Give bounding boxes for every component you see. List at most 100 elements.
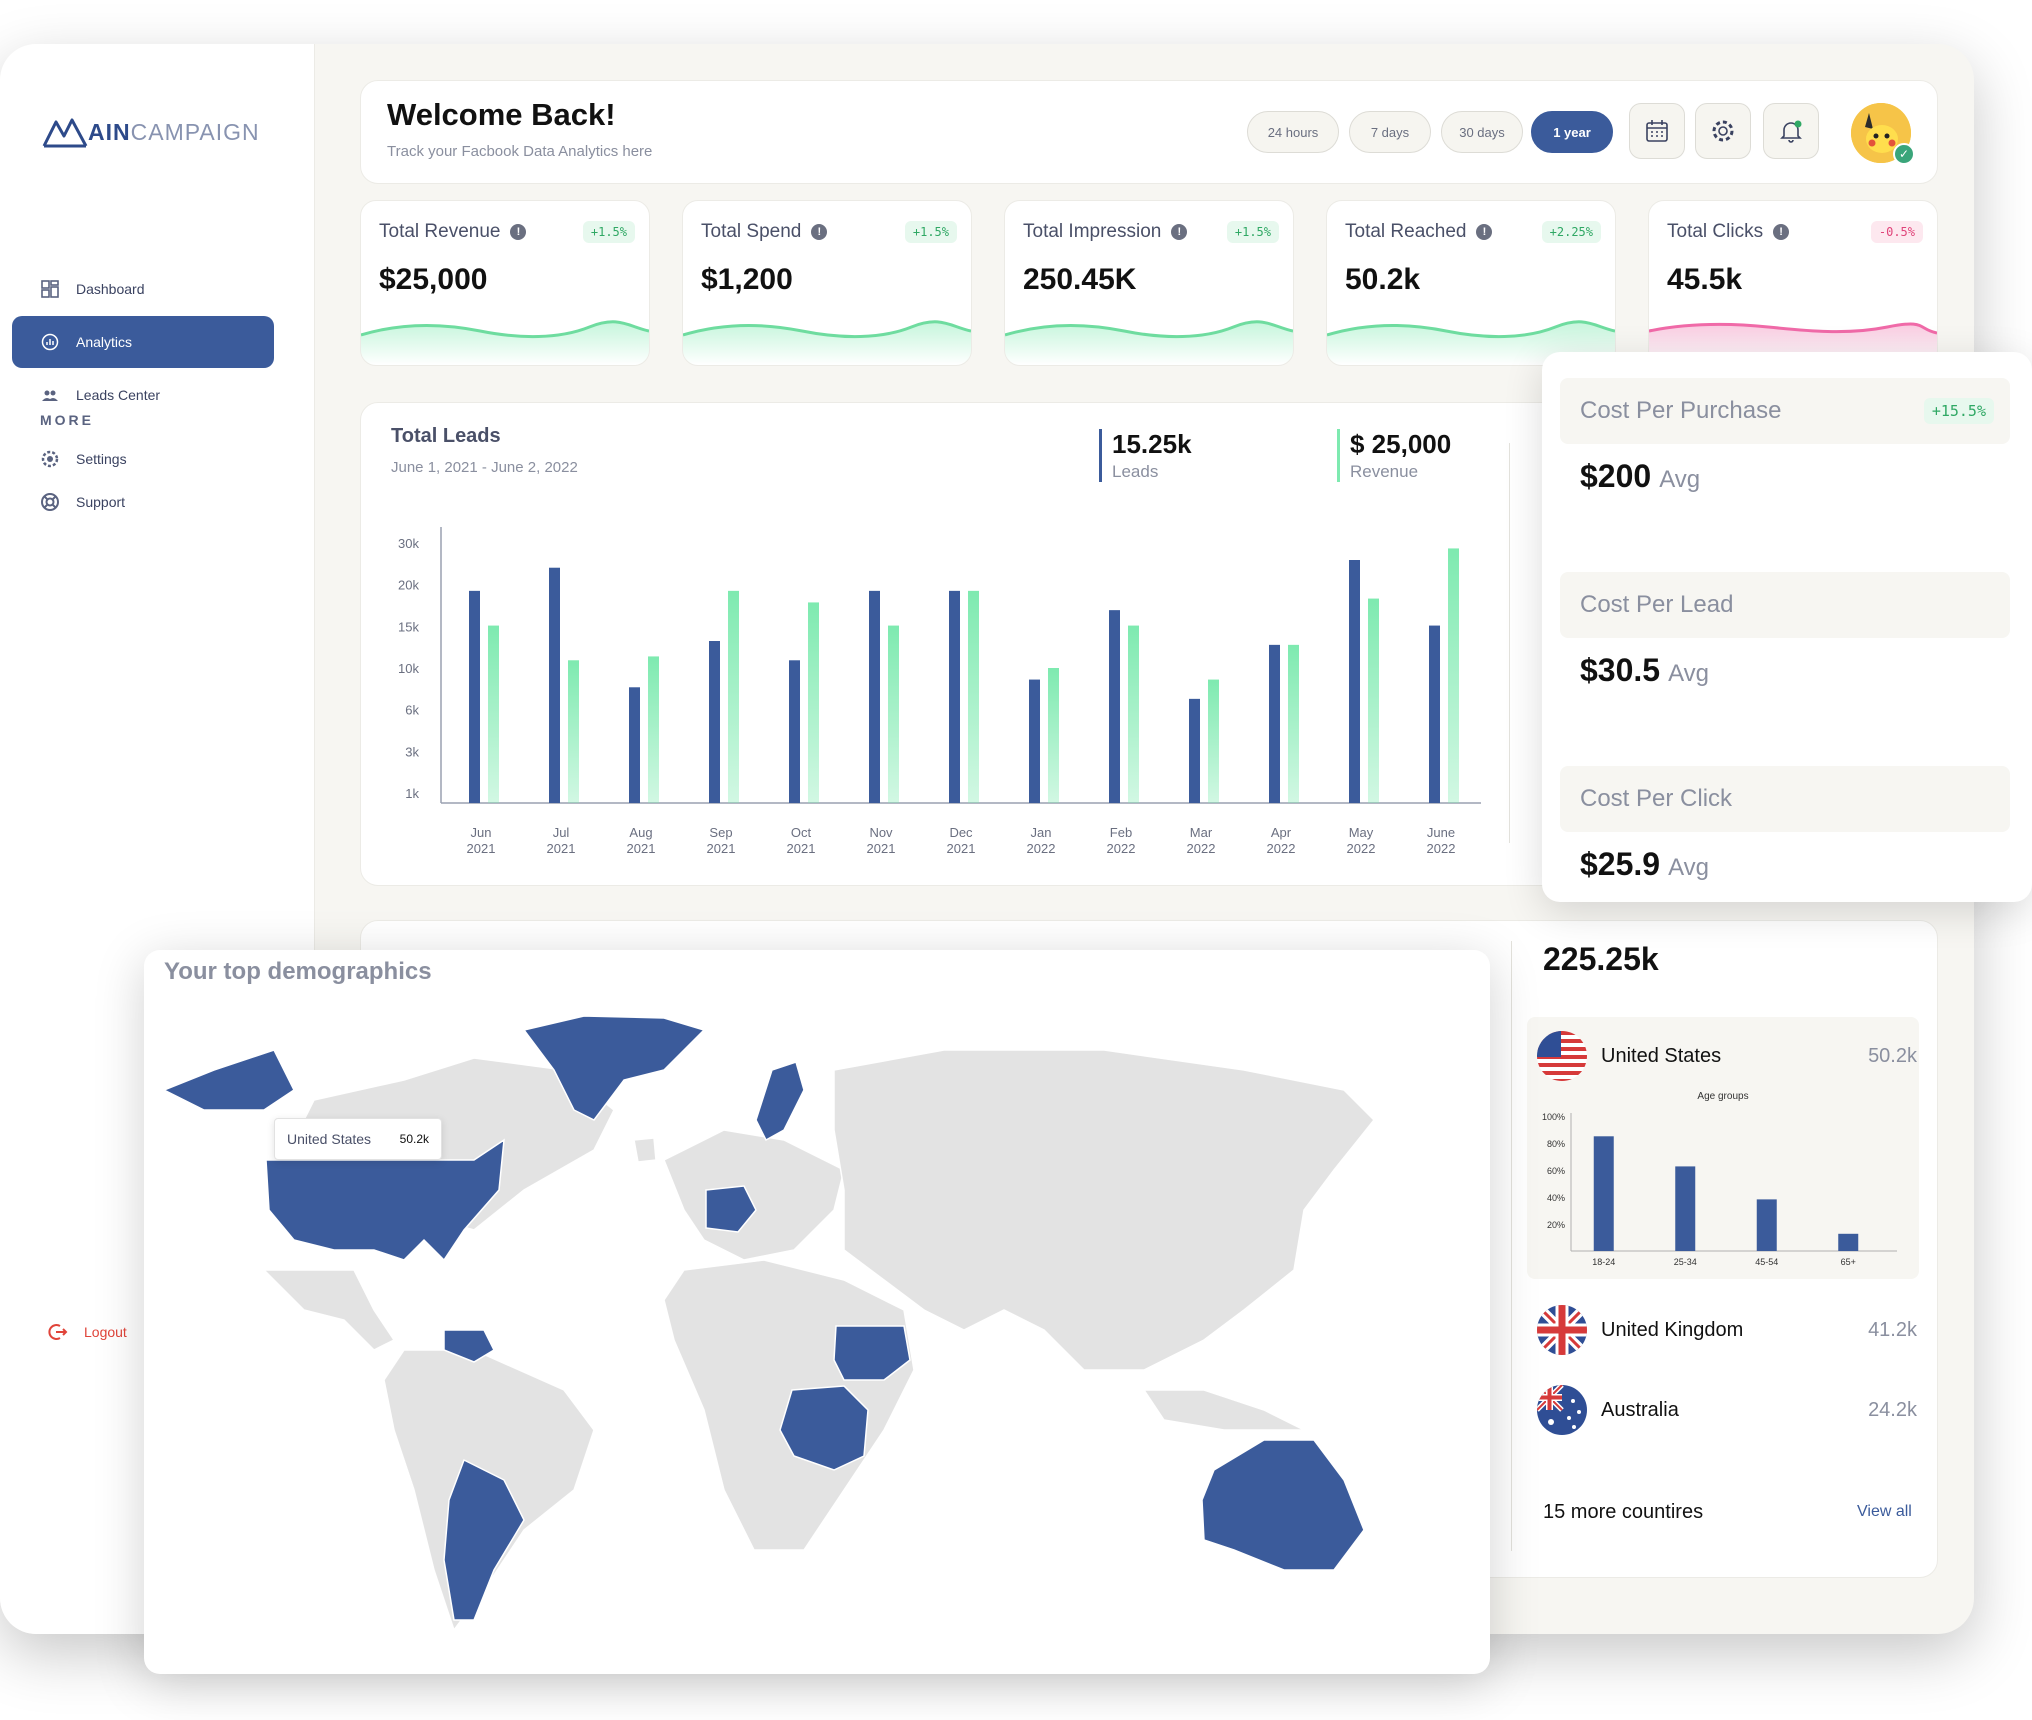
info-icon[interactable]: !: [1476, 224, 1493, 240]
sidebar-item-analytics[interactable]: Analytics: [12, 316, 274, 368]
asia-shape[interactable]: [833, 1049, 1376, 1371]
world-map[interactable]: [144, 1010, 1490, 1674]
sidebar-item-dashboard[interactable]: Dashboard: [12, 263, 274, 315]
settings-button[interactable]: [1695, 103, 1751, 159]
x-tick-year: 2022: [1427, 841, 1456, 856]
cost-per-purchase[interactable]: Cost Per Purchase +15.5% $200 Avg: [1560, 378, 2010, 495]
logout-label: Logout: [84, 1324, 127, 1340]
kpi-label: Leads: [1112, 462, 1159, 481]
demographics-map-card: Your top demographics United States 50.2…: [144, 950, 1490, 1674]
country-row-united-kingdom[interactable]: United Kingdom 41.2k: [1537, 1305, 1917, 1355]
mexico-shape[interactable]: [262, 1269, 396, 1351]
stat-card-total-revenue[interactable]: Total Revenue! +1.5% $25,000: [360, 200, 650, 366]
verified-badge-icon: ✓: [1893, 143, 1915, 165]
bar-leads[interactable]: [869, 590, 880, 803]
bar-revenue[interactable]: [648, 656, 659, 803]
bar-revenue[interactable]: [888, 625, 899, 803]
bar-leads[interactable]: [1189, 698, 1200, 803]
bar-revenue[interactable]: [1048, 668, 1059, 803]
alaska-shape[interactable]: [162, 1049, 295, 1111]
us-flag-icon: [1537, 1031, 1587, 1081]
bar-revenue[interactable]: [1128, 625, 1139, 803]
page-header: Welcome Back! Track your Facbook Data An…: [360, 80, 1938, 184]
stat-card-total-spend[interactable]: Total Spend! +1.5% $1,200: [682, 200, 972, 366]
bar-leads[interactable]: [949, 590, 960, 803]
scandinavia-shape[interactable]: [755, 1061, 805, 1142]
info-icon[interactable]: !: [811, 224, 828, 240]
bar-leads[interactable]: [629, 687, 640, 803]
divider: [1511, 941, 1512, 1551]
australia-shape[interactable]: [1201, 1439, 1365, 1571]
bar-revenue[interactable]: [728, 590, 739, 803]
bar-leads[interactable]: [1029, 679, 1040, 803]
bar-leads[interactable]: [789, 660, 800, 803]
x-tick-month: Jul: [553, 825, 570, 840]
bar-leads[interactable]: [1429, 625, 1440, 803]
range-30-days[interactable]: 30 days: [1441, 111, 1523, 153]
country-name: Australia: [1601, 1398, 1679, 1421]
age-bar[interactable]: [1593, 1136, 1614, 1251]
stat-card-total-impression[interactable]: Total Impression! +1.5% 250.45K: [1004, 200, 1294, 366]
country-row-united-states[interactable]: United States 50.2k: [1537, 1031, 1917, 1081]
age-x-tick: 45-54: [1755, 1257, 1778, 1267]
stat-card-total-reached[interactable]: Total Reached! +2.25% 50.2k: [1326, 200, 1616, 366]
view-all-link[interactable]: View all: [1857, 1503, 1912, 1521]
logout-button[interactable]: Logout: [48, 1322, 127, 1342]
range-24-hours[interactable]: 24 hours: [1247, 111, 1339, 153]
kpi-label: Revenue: [1350, 462, 1419, 481]
bar-revenue[interactable]: [968, 590, 979, 803]
stat-value: $1,200: [701, 263, 793, 296]
bar-leads[interactable]: [1109, 610, 1120, 803]
more-section-label: MORE: [40, 412, 94, 428]
stat-card-total-clicks[interactable]: Total Clicks! -0.5% 45.5k: [1648, 200, 1938, 366]
indonesia-shape[interactable]: [1142, 1389, 1305, 1431]
bar-revenue[interactable]: [808, 602, 819, 803]
cost-per-lead[interactable]: Cost Per Lead $30.5 Avg: [1560, 572, 2010, 689]
country-value: 50.2k: [1868, 1044, 1917, 1067]
age-bar[interactable]: [1756, 1199, 1777, 1251]
y-tick-label: 30k: [398, 536, 419, 551]
bar-revenue[interactable]: [1208, 679, 1219, 803]
info-icon[interactable]: !: [1773, 224, 1790, 240]
bar-revenue[interactable]: [1448, 548, 1459, 803]
bar-leads[interactable]: [1349, 560, 1360, 803]
brand-logo[interactable]: AINCAMPAIGN: [42, 114, 260, 150]
x-tick-year: 2021: [627, 841, 656, 856]
age-bar[interactable]: [1838, 1233, 1859, 1251]
info-icon[interactable]: !: [510, 224, 527, 240]
avatar[interactable]: ✓: [1851, 103, 1915, 165]
europe-shape[interactable]: [663, 1129, 845, 1261]
bar-revenue[interactable]: [1288, 644, 1299, 803]
cost-per-click[interactable]: Cost Per Click $25.9 Avg: [1560, 766, 2010, 883]
y-tick-label: 10k: [398, 661, 419, 676]
bar-leads[interactable]: [1269, 644, 1280, 803]
age-y-tick: 20%: [1547, 1220, 1565, 1230]
age-y-tick: 100%: [1542, 1112, 1565, 1122]
range-1-year[interactable]: 1 year: [1531, 111, 1613, 153]
bell-icon: [1780, 120, 1802, 143]
mountain-logo-icon: [42, 118, 88, 148]
bar-leads[interactable]: [549, 567, 560, 803]
range-7-days[interactable]: 7 days: [1349, 111, 1431, 153]
bar-leads[interactable]: [709, 641, 720, 803]
y-tick-label: 20k: [398, 578, 419, 593]
x-tick-month: May: [1349, 825, 1374, 840]
stat-label: Total Impression!: [1023, 221, 1188, 243]
calendar-button[interactable]: [1629, 103, 1685, 159]
page-subtitle: Track your Facbook Data Analytics here: [387, 143, 653, 160]
sidebar-item-support[interactable]: Support: [12, 476, 274, 528]
y-tick-label: 1k: [405, 786, 419, 801]
bar-revenue[interactable]: [568, 660, 579, 803]
country-row-australia[interactable]: Australia 24.2k: [1537, 1385, 1917, 1435]
x-tick-year: 2022: [1187, 841, 1216, 856]
bar-leads[interactable]: [469, 590, 480, 803]
uk-shape[interactable]: [633, 1137, 657, 1163]
x-tick-month: Aug: [629, 825, 652, 840]
x-tick-month: Mar: [1190, 825, 1213, 840]
notifications-button[interactable]: [1763, 103, 1819, 159]
info-icon[interactable]: !: [1171, 224, 1188, 240]
bar-revenue[interactable]: [488, 625, 499, 803]
bar-revenue[interactable]: [1368, 598, 1379, 803]
age-bar[interactable]: [1675, 1166, 1696, 1251]
calendar-icon: [1646, 120, 1668, 142]
